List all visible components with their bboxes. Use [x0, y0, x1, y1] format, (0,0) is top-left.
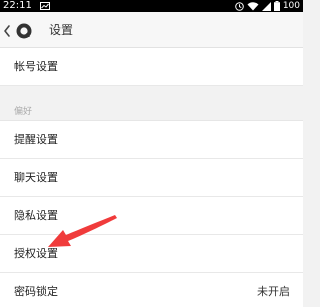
status-right-icons: 100 [235, 0, 300, 12]
back-button[interactable] [2, 21, 38, 41]
password-lock-row[interactable]: 密码锁定 未开启 [0, 273, 303, 307]
title-bar: 设置 [0, 12, 303, 48]
row-label: 授权设置 [14, 247, 58, 260]
row-label: 聊天设置 [14, 171, 58, 184]
row-label: 提醒设置 [14, 133, 58, 146]
chevron-left-icon [4, 25, 10, 37]
authorization-settings-row[interactable]: 授权设置 [0, 235, 303, 273]
section-label-preferences: 偏好 [14, 107, 33, 117]
privacy-settings-row[interactable]: 隐私设置 [0, 197, 303, 235]
reminder-settings-row[interactable]: 提醒设置 [0, 121, 303, 159]
row-label: 帐号设置 [14, 60, 58, 73]
status-time: 22:11 [3, 0, 32, 11]
battery-icon [273, 1, 280, 11]
clock-icon [235, 1, 244, 11]
status-bar: 22:11 100 [0, 0, 303, 12]
chat-settings-row[interactable]: 聊天设置 [0, 159, 303, 197]
account-settings-row[interactable]: 帐号设置 [0, 48, 303, 86]
wifi-icon [247, 1, 259, 10]
settings-screen: 22:11 100 设置 帐号设置 偏好 提醒设置 聊天设置 隐私设置 授权设置… [0, 0, 303, 307]
battery-level: 100 [282, 1, 300, 11]
app-logo-icon [16, 23, 32, 39]
page-title: 设置 [49, 23, 74, 37]
row-label: 隐私设置 [14, 209, 58, 222]
notification-icon [40, 2, 50, 10]
signal-icon [261, 1, 271, 11]
row-label: 密码锁定 [14, 285, 58, 298]
password-lock-status: 未开启 [257, 285, 290, 298]
